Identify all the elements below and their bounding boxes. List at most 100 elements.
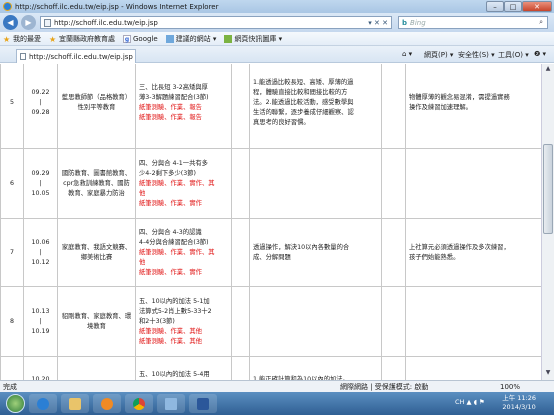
activity-cell: 五、10以內的加法 5-4用不同的方法做加法5-5解題練習配合(3節)紙筆測驗、… [135, 356, 232, 380]
ie-logo-icon [3, 2, 12, 11]
cell-line: 紙筆測驗、作業、其他 [139, 337, 202, 345]
taskbar-word-icon[interactable] [189, 394, 217, 413]
cell-line: | [39, 179, 42, 187]
search-input[interactable]: b Bing ⌕ [398, 16, 548, 29]
favorite-suggested-sites[interactable]: 建議的網站 ▾ [165, 34, 217, 44]
search-placeholder: Bing [410, 18, 426, 27]
empty-cell [381, 64, 406, 149]
cell-line: 紙筆測驗、作業、實作、其 [139, 179, 215, 187]
cell-line: 程，體驗直接比較和間接比較的方 [253, 88, 348, 96]
url-controls[interactable]: ▾ ✕ ✕ [368, 19, 388, 27]
goal-cell: 1.能正確計算和為10以內的加法。2.能在具體情境中，認識加法的交換律。 [249, 356, 382, 380]
bing-icon: b [402, 18, 408, 27]
cell-line: 法算式5-2肖上數5-33十2 [139, 307, 212, 315]
cell-line: 上社算元必須透過操作及多次練習， [409, 243, 510, 251]
home-icon[interactable]: ⌂ ▾ [402, 50, 412, 58]
back-icon[interactable]: ◀ [3, 15, 18, 30]
cell-line: 10.19 [31, 327, 50, 335]
cell-line: 透過操作，解決10以內各數量的合 [253, 243, 350, 251]
help-menu[interactable]: ❷ ▾ [534, 50, 546, 58]
activity-cell: 四、分與合 4-3的認識 4-4分與合練習配合(3節) 紙筆測驗、作業、實作、其他紙… [135, 218, 232, 287]
favorite-label: 網頁快訊圖庫 ▾ [234, 34, 283, 43]
start-button[interactable] [6, 394, 25, 413]
tab-page-icon [20, 53, 26, 60]
cell-line: | [39, 248, 42, 256]
taskbar-media-icon[interactable] [93, 394, 121, 413]
vertical-scrollbar[interactable]: ▲ ▼ [541, 64, 554, 380]
scroll-up-icon[interactable]: ▲ [543, 65, 553, 75]
cell-line: | [39, 98, 42, 106]
week-dates: 10.13 | 10.19 [23, 286, 58, 357]
cell-line: 藍思教師節（品格教育） [61, 93, 132, 101]
empty-cell [231, 356, 250, 380]
page-icon [44, 18, 51, 27]
cell-line: 09.22 [31, 88, 50, 96]
safety-menu[interactable]: 安全性(S) ▾ [458, 50, 495, 60]
clock-date: 2014/3/10 [502, 403, 536, 411]
favorite-webslice-gallery[interactable]: 網頁快訊圖庫 ▾ [224, 34, 282, 44]
webslice-icon [224, 34, 233, 43]
clock[interactable]: 上午 11:26 2014/3/10 [502, 394, 536, 412]
url-input[interactable]: http://schoff.ilc.edu.tw/eip.jsp ▾ ✕ ✕ [40, 16, 392, 29]
forward-icon[interactable]: ▶ [21, 15, 36, 30]
scroll-down-icon[interactable]: ▼ [543, 369, 553, 379]
cell-line: 09.29 [31, 169, 50, 177]
taskbar-folder-icon[interactable] [61, 394, 89, 413]
cell-line: 4-4分與合練習配合(3節) [139, 238, 209, 246]
scroll-thumb[interactable] [543, 144, 553, 234]
empty-cell [231, 148, 250, 219]
favorites-label: 我的最愛 [13, 34, 41, 43]
cell-line: 物體厚薄的觀念易混淆，需提過實務 [409, 93, 510, 101]
zoom-level[interactable]: 100% [500, 383, 520, 391]
week-number: 8 [0, 286, 24, 357]
status-bar: 完成 網際網路 | 受保護模式: 啟動 100% [0, 380, 554, 392]
system-tray[interactable]: CH ▲ ◖ ⚑ [455, 398, 485, 406]
week-number: 6 [0, 148, 24, 219]
table-row: 910.20|10.26視力保健教育、消費者保護教育五、10以內的加法 5-4用… [0, 356, 541, 380]
address-bar: ◀ ▶ http://schoff.ilc.edu.tw/eip.jsp ▾ ✕… [0, 13, 554, 32]
cell-line: 紙筆測驗、作業、實作、其 [139, 248, 215, 256]
favorites-button[interactable]: ★ 我的最愛 [3, 34, 41, 44]
cell-line: 四、分與合 4-1一共有多 [139, 159, 208, 167]
empty-cell [381, 218, 406, 287]
goal-cell: 1.能透過比較長短、高矮、厚薄的過 程，體驗直接比較和間接比較的方 法。2.能透過比… [249, 64, 382, 149]
favorite-label: 建議的網站 ▾ [175, 34, 217, 43]
week-dates: 09.22 | 09.28 [23, 64, 58, 149]
cell-line: 紙筆測驗、作業、實作 [139, 268, 202, 276]
cell-line: 紙筆測驗、作業、報告 [139, 113, 202, 121]
cell-line: 10.06 [31, 238, 50, 246]
taskbar-window-icon[interactable] [157, 394, 185, 413]
tab-label: http://schoff.ilc.edu.tw/eip.jsp [29, 52, 133, 61]
page-content: 5 09.22 | 09.28 藍思教師節（品格教育） 性別平等教育 三、比長短 3-2高矮… [0, 64, 541, 380]
week-dates: 10.06 | 10.12 [23, 218, 58, 287]
week-dates: 09.29 | 10.05 [23, 148, 58, 219]
cell-line: 國防教育、圖書館教育、 [61, 169, 132, 177]
cell-line: 生活的聯繫，逐步養成仔細觀察、認 [253, 108, 354, 116]
table-row: 6 09.29 | 10.05 國防教育、圖書館教育、 cpr急救訓練教育、國防 教育、家庭… [0, 148, 541, 219]
remark-cell [405, 286, 541, 357]
favorite-star-icon: ★ [49, 34, 57, 44]
cell-line: 10.05 [31, 189, 50, 197]
topic-cell: 家庭教育、我語文競賽、 鄉美術比賽 [57, 218, 136, 287]
tab-bar: http://schoff.ilc.edu.tw/eip.jsp ⌂ ▾ 網頁(… [0, 46, 554, 63]
topic-cell: 國防教育、圖書館教育、 cpr急救訓練教育、國防 教育、家庭暴力防治 [57, 148, 136, 219]
close-button[interactable]: ✕ [522, 1, 552, 12]
web-icon [165, 34, 174, 43]
cell-line: 10.13 [31, 307, 50, 315]
week-number: 7 [0, 218, 24, 287]
activity-cell: 五、10以內的加法 5-1加 法算式5-2肖上數5-33十2 和2十3(3節) 紙筆測… [135, 286, 232, 357]
tools-menu[interactable]: 工具(O) ▾ [498, 50, 529, 60]
remark-cell: 物體厚薄的觀念易混淆，需提過實務 操作及練習加速理解。 [405, 64, 541, 149]
cell-line: | [39, 317, 42, 325]
favorite-link-google[interactable]: g Google [123, 34, 158, 43]
taskbar-chrome-icon[interactable] [125, 394, 153, 413]
security-zone: 網際網路 | 受保護模式: 啟動 [340, 382, 429, 391]
minimize-button[interactable]: – [486, 1, 504, 12]
window-title: http://schoff.ilc.edu.tw/eip.jsp - Windo… [15, 2, 219, 11]
page-menu[interactable]: 網頁(P) ▾ [424, 50, 453, 60]
taskbar-ie-icon[interactable] [29, 394, 57, 413]
favorite-link-county[interactable]: ★ 宜蘭縣政府教育處 [49, 34, 115, 44]
search-icon[interactable]: ⌕ [539, 18, 543, 27]
tab-current[interactable]: http://schoff.ilc.edu.tw/eip.jsp [16, 49, 136, 63]
maximize-button[interactable]: □ [504, 1, 522, 12]
